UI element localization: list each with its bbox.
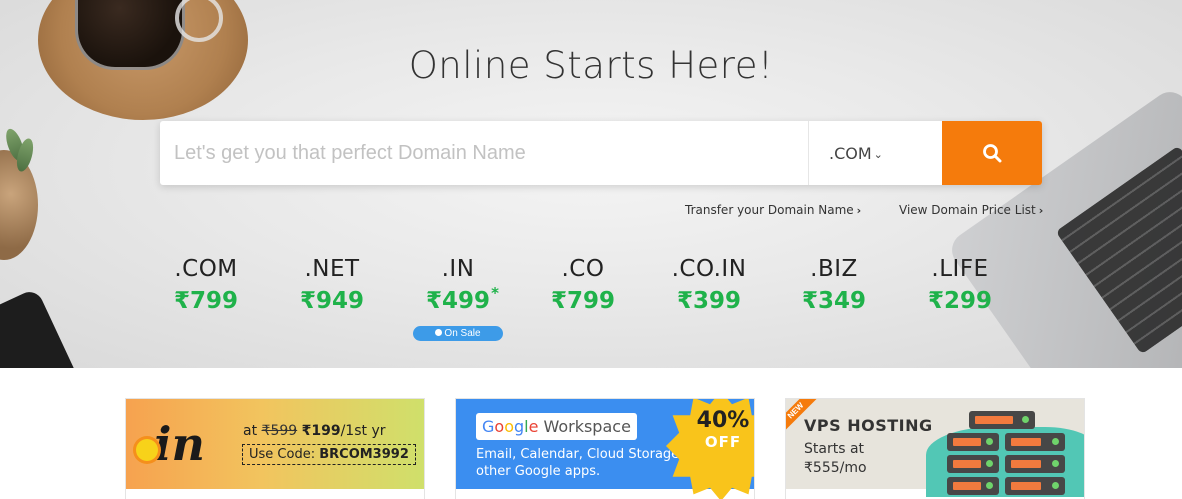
server-unit xyxy=(1005,455,1065,473)
tld-item[interactable]: .IN ₹499 * xyxy=(398,256,518,314)
tld-dropdown-value: .COM xyxy=(829,143,872,163)
discount-percent: 40% xyxy=(696,408,750,433)
in-offer-price: at ₹599 ₹199/1st yr xyxy=(243,423,386,439)
tld-price: ₹349 xyxy=(801,288,866,314)
google-workspace-logo: Google Workspace xyxy=(476,413,637,440)
vps-hosting-banner: NEW VPS HOSTING Starts at ₹555/mo xyxy=(786,399,1084,497)
tld-item[interactable]: .COM ₹799 xyxy=(146,256,266,314)
offer-period: /1st yr xyxy=(340,423,386,439)
tld-name: .BIZ xyxy=(810,256,858,282)
discount-off: OFF xyxy=(704,433,742,451)
on-sale-badge: On Sale xyxy=(413,326,503,341)
tld-name: .NET xyxy=(304,256,360,282)
page-title: Online Starts Here! xyxy=(408,44,774,87)
search-button[interactable] xyxy=(942,121,1042,185)
tld-price-wrap: ₹499 * xyxy=(425,284,499,314)
vps-price-value: ₹555/mo xyxy=(804,460,867,476)
vps-title: VPS HOSTING xyxy=(804,416,933,435)
chevron-down-icon: ⌄ xyxy=(873,147,883,161)
tld-item[interactable]: .BIZ ₹349 xyxy=(774,256,894,314)
server-rack-illustration xyxy=(931,407,1081,497)
tld-item[interactable]: .LIFE ₹299 xyxy=(900,256,1020,314)
in-offer-banner: .in at ₹599 ₹199/1st yr Use Code: BRCOM3… xyxy=(126,399,424,489)
logo-letter: o xyxy=(494,417,505,436)
on-sale-label: On Sale xyxy=(444,328,481,339)
logo-suffix: Workspace xyxy=(543,417,631,436)
tld-price: ₹949 xyxy=(299,288,364,314)
server-unit xyxy=(947,455,999,473)
tld-price: ₹499 xyxy=(425,288,490,314)
tld-name: .LIFE xyxy=(931,256,989,282)
offer-new-price: ₹199 xyxy=(301,423,341,439)
vps-starts-at: Starts at xyxy=(804,441,865,457)
logo-letter: o xyxy=(504,417,514,436)
tld-price: ₹299 xyxy=(927,288,992,314)
google-workspace-banner: Google Workspace Email, Calendar, Cloud … xyxy=(456,399,754,499)
server-unit xyxy=(969,411,1035,429)
tld-price: ₹799 xyxy=(173,288,238,314)
tld-dropdown[interactable]: .COM ⌄ xyxy=(808,121,942,185)
coupon-code: BRCOM3992 xyxy=(319,447,409,462)
vps-hosting-card[interactable]: NEW VPS HOSTING Starts at ₹555/mo xyxy=(785,398,1085,499)
in-domain-offer-card[interactable]: .in at ₹599 ₹199/1st yr Use Code: BRCOM3… xyxy=(125,398,425,499)
logo-letter: g xyxy=(514,417,525,436)
coupon-code-box[interactable]: Use Code: BRCOM3992 xyxy=(242,444,416,465)
chevron-right-icon: › xyxy=(1038,204,1044,217)
in-domain-logo: .in xyxy=(136,417,205,471)
server-unit xyxy=(947,433,999,451)
transfer-domain-link[interactable]: Transfer your Domain Name › xyxy=(685,203,861,217)
tld-name: .IN xyxy=(441,256,475,282)
offer-at-text: at xyxy=(243,423,258,439)
domain-search-input[interactable] xyxy=(160,121,808,185)
price-list-label: View Domain Price List xyxy=(899,203,1036,217)
search-icon xyxy=(983,144,1002,163)
domain-search-bar: .COM ⌄ xyxy=(160,121,1042,185)
logo-letter: e xyxy=(528,417,539,436)
tld-price: ₹799 xyxy=(550,288,615,314)
offer-old-price: ₹599 xyxy=(261,423,298,439)
discount-text: 40% OFF xyxy=(688,408,754,451)
chevron-right-icon: › xyxy=(856,204,862,217)
tld-price: ₹399 xyxy=(676,288,741,314)
server-unit xyxy=(947,477,999,495)
asterisk-mark: * xyxy=(491,284,499,302)
tld-price-list: .COM ₹799 .NET ₹949 .IN ₹499 * .CO ₹799 .… xyxy=(0,256,1182,346)
tld-item[interactable]: .NET ₹949 xyxy=(272,256,392,314)
tld-name: .CO xyxy=(561,256,605,282)
dot-icon xyxy=(435,329,443,336)
tld-item[interactable]: .CO.IN ₹399 xyxy=(649,256,769,314)
google-workspace-card[interactable]: Google Workspace Email, Calendar, Cloud … xyxy=(455,398,755,499)
transfer-domain-label: Transfer your Domain Name xyxy=(685,203,854,217)
server-unit xyxy=(1005,477,1065,495)
server-unit xyxy=(1005,433,1065,451)
tld-name: .CO.IN xyxy=(671,256,747,282)
vps-price: Starts at ₹555/mo xyxy=(804,440,867,478)
tld-name: .COM xyxy=(174,256,238,282)
sun-icon xyxy=(136,439,158,461)
domain-price-list-link[interactable]: View Domain Price List › xyxy=(899,203,1043,217)
tld-item[interactable]: .CO ₹799 xyxy=(523,256,643,314)
logo-letter: G xyxy=(482,417,495,436)
coupon-code-label: Use Code: xyxy=(249,447,316,462)
